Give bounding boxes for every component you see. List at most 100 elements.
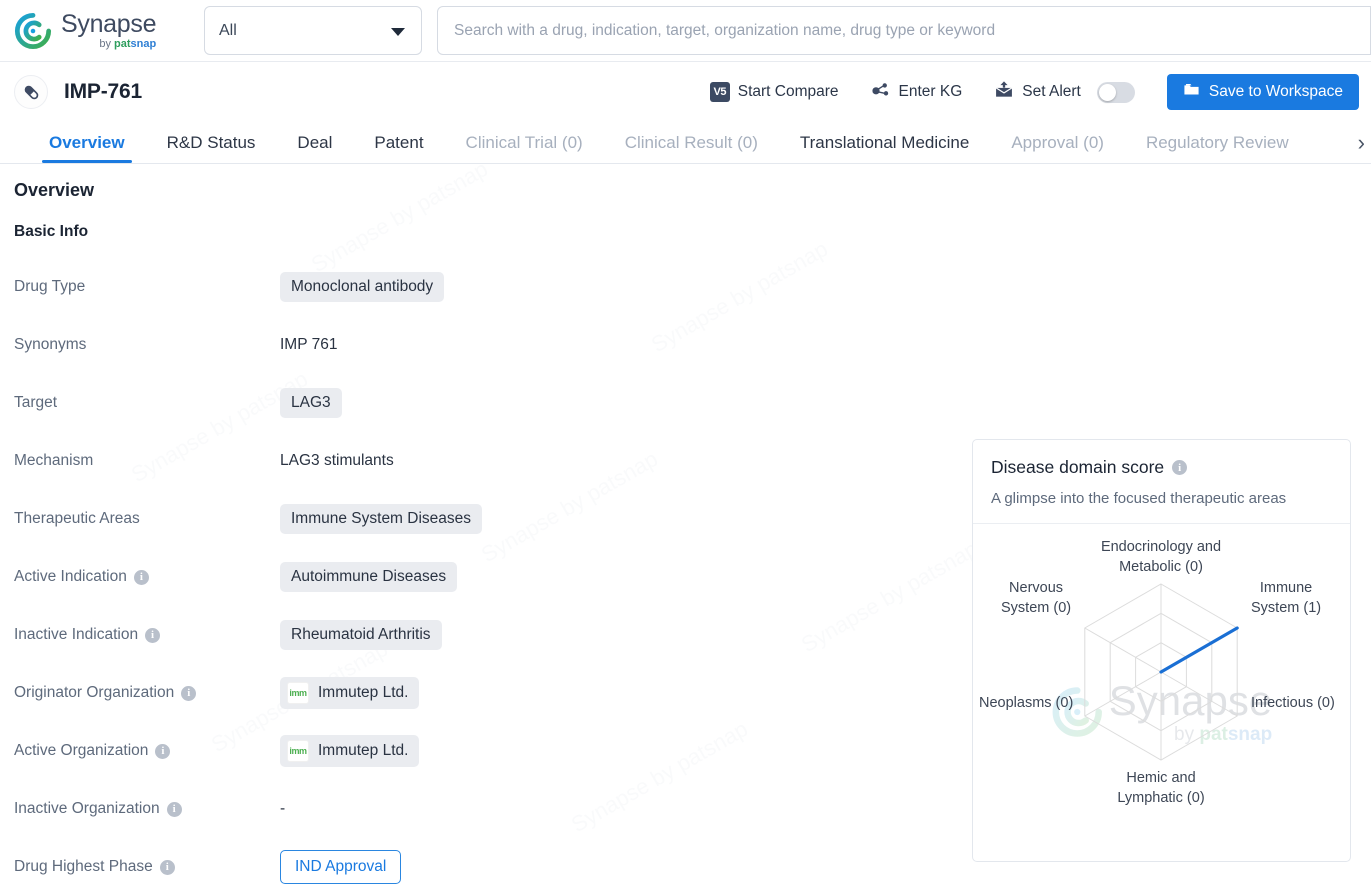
info-icon[interactable]: i: [166, 801, 182, 817]
chevron-down-icon: [391, 27, 405, 36]
info-label-text: Inactive Indication: [14, 626, 139, 643]
info-label: Drug Highest Phase i: [14, 858, 280, 876]
info-label: Originator Organization i: [14, 684, 280, 702]
v5-badge-icon: V5: [709, 82, 730, 102]
disease-domain-score-title: Disease domain score i: [991, 457, 1332, 478]
save-to-workspace-button[interactable]: Save to Workspace: [1166, 74, 1359, 110]
info-label: Drug Type: [14, 278, 280, 296]
inactive-organization-value: -: [280, 800, 286, 817]
radar-axis-label-hemic-lymphatic: Hemic and Lymphatic (0): [1117, 770, 1205, 806]
info-label: Active Indication i: [14, 568, 280, 586]
info-row: Synonyms IMP 761: [0, 316, 1371, 374]
tab-overview[interactable]: Overview: [28, 122, 146, 163]
search-scope-select[interactable]: All: [204, 6, 422, 55]
synapse-logo-icon: [14, 12, 52, 50]
info-label-text: Drug Highest Phase: [14, 858, 153, 875]
tab-regulatory-review[interactable]: Regulatory Review: [1125, 122, 1310, 163]
brand-tagline: by patsnap: [61, 37, 156, 50]
radar-series: [1159, 626, 1239, 674]
tab-rd-status[interactable]: R&D Status: [146, 122, 277, 163]
save-to-workspace-label: Save to Workspace: [1208, 83, 1343, 100]
tab-overview-label: Overview: [49, 132, 125, 152]
info-label: Inactive Organization i: [14, 800, 280, 818]
active-indication-chip[interactable]: Autoimmune Diseases: [280, 562, 458, 592]
radar-axis-label-neoplasms: Neoplasms (0): [979, 695, 1074, 711]
folder-icon: [1183, 81, 1200, 103]
search-input[interactable]: [454, 21, 1354, 40]
immutep-logo-icon: imm: [287, 682, 309, 704]
brand-by: by: [99, 37, 115, 50]
info-label-text: Synonyms: [14, 336, 87, 353]
set-alert-control[interactable]: Set Alert: [978, 80, 1151, 105]
disease-domain-score-card: Disease domain score i A glimpse into th…: [972, 439, 1351, 862]
info-icon[interactable]: i: [133, 569, 149, 585]
info-label-text: Drug Type: [14, 278, 86, 295]
info-label: Target: [14, 394, 280, 412]
tab-translational-medicine[interactable]: Translational Medicine: [779, 122, 990, 163]
info-label-text: Therapeutic Areas: [14, 510, 140, 527]
info-label: Mechanism: [14, 452, 280, 470]
tab-approval-label: Approval (0): [1011, 132, 1104, 152]
subsection-title: Basic Info: [14, 223, 89, 240]
info-label-text: Mechanism: [14, 452, 94, 469]
chevron-right-icon[interactable]: ›: [1353, 122, 1369, 163]
target-chip[interactable]: LAG3: [280, 388, 342, 418]
info-label-text: Active Indication: [14, 568, 127, 585]
tab-deal[interactable]: Deal: [276, 122, 353, 163]
drug-highest-phase-button[interactable]: IND Approval: [280, 850, 402, 884]
info-icon[interactable]: i: [159, 859, 175, 875]
info-row: Target LAG3: [0, 374, 1371, 432]
disease-domain-score-header: Disease domain score i A glimpse into th…: [973, 440, 1350, 524]
active-organization-label: Immutep Ltd.: [318, 742, 409, 759]
therapeutic-areas-chip[interactable]: Immune System Diseases: [280, 504, 483, 534]
disease-domain-score-title-text: Disease domain score: [991, 457, 1165, 477]
tab-bar: Overview R&D Status Deal Patent Clinical…: [0, 122, 1371, 164]
brand[interactable]: Synapse by patsnap: [0, 9, 190, 50]
synonyms-value: IMP 761: [280, 336, 338, 353]
tab-approval[interactable]: Approval (0): [990, 122, 1125, 163]
capsule-icon: [14, 75, 48, 109]
radar-axis-label-endocrinology: Endocrinology and Metabolic (0): [1100, 539, 1222, 575]
start-compare-button[interactable]: V5 Start Compare: [694, 82, 855, 102]
info-icon[interactable]: i: [145, 627, 161, 643]
tab-deal-label: Deal: [297, 132, 333, 152]
section-title: Overview: [14, 180, 95, 200]
search-box[interactable]: [437, 6, 1371, 55]
radar-axis-label-immune-system: Immune System (1): [1251, 580, 1322, 616]
search-scope-value: All: [219, 21, 237, 39]
brand-name: Synapse: [61, 9, 157, 38]
originator-organization-chip[interactable]: imm Immutep Ltd.: [280, 677, 420, 709]
set-alert-toggle[interactable]: [1096, 81, 1135, 103]
drug-type-chip[interactable]: Monoclonal antibody: [280, 272, 445, 302]
tab-patent[interactable]: Patent: [353, 122, 444, 163]
info-label: Active Organization i: [14, 742, 280, 760]
info-label-text: Originator Organization: [14, 684, 175, 701]
set-alert-label: Set Alert: [1022, 83, 1081, 100]
info-label: Inactive Indication i: [14, 626, 280, 644]
info-label: Synonyms: [14, 336, 280, 354]
inactive-indication-chip[interactable]: Rheumatoid Arthritis: [280, 620, 442, 650]
tab-patent-label: Patent: [374, 132, 424, 152]
top-bar: Synapse by patsnap All: [0, 0, 1371, 62]
tab-clinical-trial[interactable]: Clinical Trial (0): [445, 122, 604, 163]
info-label-text: Target: [14, 394, 58, 411]
enter-kg-button[interactable]: Enter KG: [855, 80, 979, 105]
tab-translational-medicine-label: Translational Medicine: [799, 132, 970, 152]
disease-domain-score-subtitle: A glimpse into the focused therapeutic a…: [991, 490, 1287, 507]
tab-clinical-trial-label: Clinical Trial (0): [465, 132, 583, 152]
enter-kg-label: Enter KG: [898, 83, 963, 100]
mechanism-value: LAG3 stimulants: [280, 452, 394, 469]
start-compare-label: Start Compare: [737, 83, 839, 100]
brand-pat: pat: [114, 37, 131, 50]
info-icon[interactable]: i: [1172, 460, 1188, 475]
info-icon[interactable]: i: [181, 685, 197, 701]
radar-chart: Synapse by patsnap Endocrinology and Met…: [973, 524, 1350, 834]
alert-bell-icon: [994, 80, 1014, 105]
header-actions: V5 Start Compare Enter KG Set Alert Save…: [694, 74, 1359, 110]
info-label-text: Active Organization: [14, 742, 149, 759]
page-title: IMP-761: [64, 80, 142, 103]
overview-content: Synapse by patsnap Synapse by patsnap Sy…: [0, 164, 1371, 884]
active-organization-chip[interactable]: imm Immutep Ltd.: [280, 735, 420, 767]
tab-clinical-result[interactable]: Clinical Result (0): [604, 122, 779, 163]
info-icon[interactable]: i: [155, 743, 171, 759]
